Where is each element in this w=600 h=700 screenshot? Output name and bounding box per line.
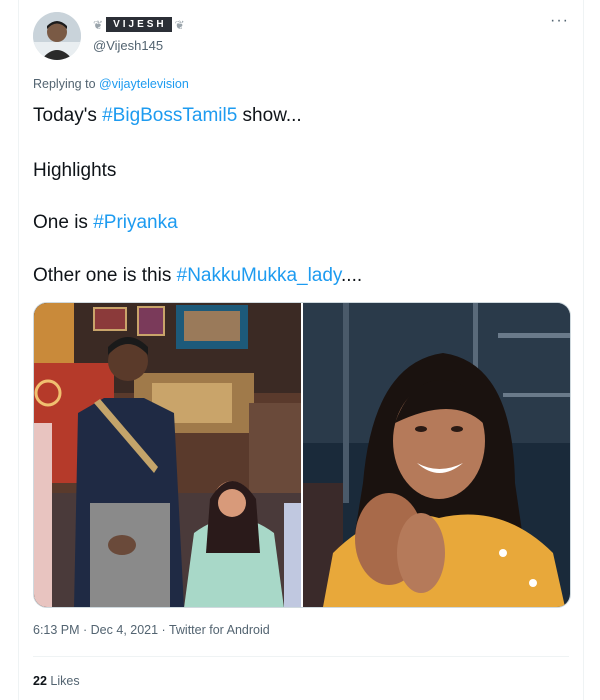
tweet-card: ❦ VIJESH ❦ @Vijesh145 ··· Replying to @v…	[18, 0, 584, 700]
likes-number: 22	[33, 674, 47, 688]
hashtag-link[interactable]: #Priyanka	[93, 212, 178, 233]
tweet-text-line: One is #Priyanka	[33, 211, 178, 235]
avatar[interactable]	[33, 12, 81, 60]
replying-to-link[interactable]: @vijaytelevision	[99, 77, 189, 91]
author-handle[interactable]: @Vijesh145	[93, 38, 163, 53]
leaf-icon: ❦	[93, 17, 104, 32]
text: ....	[341, 265, 363, 286]
tweet-text-line: Highlights	[33, 159, 116, 183]
replying-prefix: Replying to	[33, 77, 96, 91]
replying-to: Replying to @vijaytelevision	[33, 77, 189, 91]
tweet-text-line: Other one is this #NakkuMukka_lady....	[33, 264, 362, 288]
hashtag-link[interactable]: #BigBossTamil5	[102, 105, 237, 126]
likes-count[interactable]: 22 Likes	[33, 674, 80, 688]
likes-label: Likes	[50, 674, 80, 688]
text: Today's	[33, 105, 103, 126]
media-grid	[33, 302, 571, 608]
author-name-row[interactable]: ❦ VIJESH ❦	[93, 17, 185, 32]
leaf-icon: ❦	[174, 17, 185, 32]
more-horizontal-icon[interactable]: ···	[550, 12, 569, 30]
text: show...	[237, 105, 302, 126]
text: Highlights	[33, 160, 117, 181]
tweet-timestamp[interactable]: 6:13 PM · Dec 4, 2021 · Twitter for Andr…	[33, 623, 270, 637]
media-image-left[interactable]	[34, 303, 301, 607]
divider	[33, 656, 569, 657]
media-image-right[interactable]	[303, 303, 570, 607]
hashtag-link[interactable]: #NakkuMukka_lady	[177, 265, 341, 286]
text: One is	[33, 212, 94, 233]
tweet-text-line: Today's #BigBossTamil5 show...	[33, 104, 302, 128]
text: Other one is this	[33, 265, 177, 286]
display-name[interactable]: VIJESH	[106, 17, 172, 32]
